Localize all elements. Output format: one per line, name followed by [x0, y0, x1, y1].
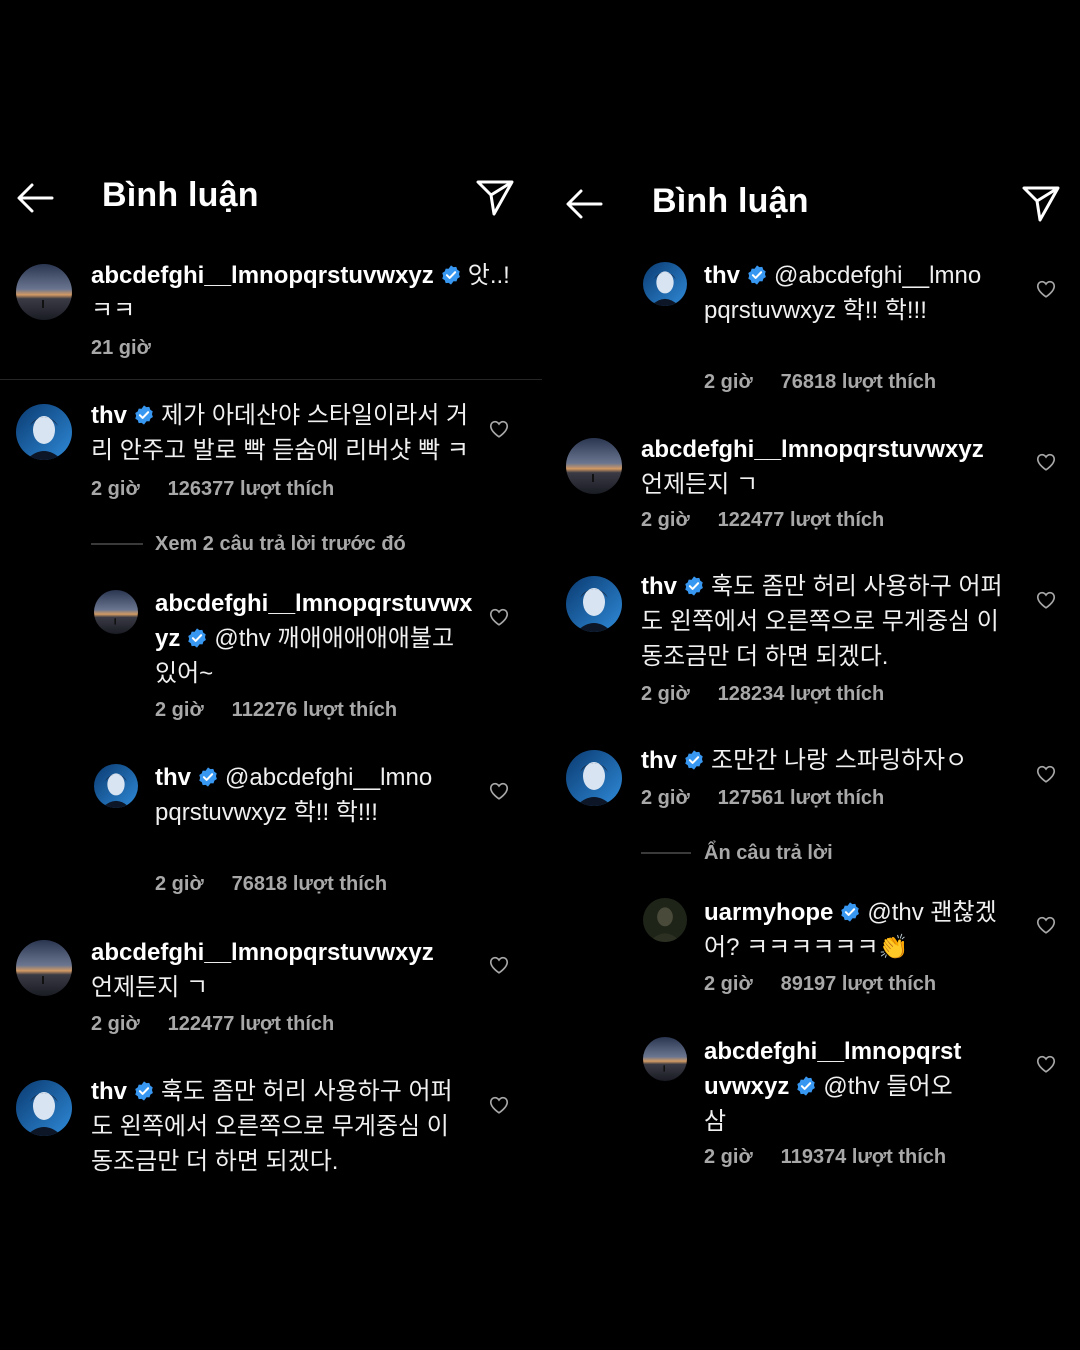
view-previous-replies[interactable]: Xem 2 câu trả lời trước đó [155, 533, 406, 556]
like-heart-icon[interactable] [1035, 763, 1057, 785]
like-count[interactable]: 119374 lượt thích [781, 1146, 946, 1168]
verified-badge-icon [683, 749, 705, 771]
like-count[interactable]: 112276 lượt thích [232, 699, 397, 721]
like-count[interactable]: 76818 lượt thích [232, 873, 387, 895]
verified-badge-icon [440, 264, 462, 286]
comment-text: 언제든지 ㄱ [91, 974, 209, 1001]
username[interactable]: thv [641, 573, 677, 600]
avatar[interactable] [94, 764, 138, 808]
comment-meta: 2 giờ 119374 lượt thích [704, 1146, 946, 1169]
comment-meta: 2 giờ 122477 lượt thích [91, 1013, 334, 1036]
avatar[interactable] [16, 264, 72, 320]
thread-line [641, 852, 691, 854]
page-title: Bình luận [102, 176, 259, 214]
username[interactable]: thv [91, 402, 127, 429]
avatar[interactable] [643, 898, 687, 942]
verified-badge-icon [186, 627, 208, 649]
username[interactable]: abcdefghi__lmnopqrstuvwxyz [641, 436, 984, 463]
comment-meta: 2 giờ 89197 lượt thích [704, 973, 936, 996]
like-count[interactable]: 128234 lượt thích [718, 683, 885, 705]
avatar[interactable] [16, 404, 72, 460]
username[interactable]: abcdefghi__lmnopqrstuvwxyz [91, 262, 434, 289]
verified-badge-icon [133, 404, 155, 426]
verified-badge-icon [795, 1075, 817, 1097]
username[interactable]: abcdefghi__lmnopqrstuvwxyz [91, 939, 434, 966]
page-title: Bình luận [652, 182, 809, 220]
like-heart-icon[interactable] [1035, 589, 1057, 611]
like-heart-icon[interactable] [1035, 1053, 1057, 1075]
thread-line [91, 543, 143, 545]
back-arrow-icon[interactable] [563, 182, 607, 226]
share-icon[interactable] [1020, 182, 1062, 224]
comment-meta: 2 giờ 128234 lượt thích [641, 683, 884, 706]
comment-meta: 2 giờ 76818 lượt thích [155, 873, 387, 896]
divider [0, 379, 542, 380]
verified-badge-icon [133, 1080, 155, 1102]
comment-meta: 2 giờ 122477 lượt thích [641, 509, 884, 532]
right-comments-screen: Bình luận thv @abcdefghi__lmnopqrstuvwxyz… [545, 0, 1080, 1350]
like-heart-icon[interactable] [488, 418, 510, 440]
like-count[interactable]: 89197 lượt thích [781, 973, 936, 995]
comment-time: 2 giờ [704, 973, 753, 995]
comment-meta: 2 giờ 76818 lượt thích [704, 371, 936, 394]
like-heart-icon[interactable] [488, 1094, 510, 1116]
comment-text: 언제든지 ㄱ [641, 471, 759, 498]
comment-time: 2 giờ [704, 1146, 753, 1168]
comment-meta: 21 giờ [91, 337, 151, 360]
avatar[interactable] [643, 262, 687, 306]
avatar[interactable] [643, 1037, 687, 1081]
comment-meta: 2 giờ 112276 lượt thích [155, 699, 397, 722]
comment-time: 21 giờ [91, 337, 151, 359]
verified-badge-icon [746, 264, 768, 286]
like-count[interactable]: 127561 lượt thích [718, 787, 885, 809]
username[interactable]: thv [641, 747, 677, 774]
left-comments-screen: Bình luận abcdefghi__lmnopqrstuvwxyz 앗..!… [0, 0, 542, 1350]
like-count[interactable]: 126377 lượt thích [168, 478, 335, 500]
username[interactable]: thv [704, 262, 740, 289]
username[interactable]: thv [155, 764, 191, 791]
comment-time: 2 giờ [641, 509, 690, 531]
verified-badge-icon [197, 766, 219, 788]
avatar[interactable] [16, 1080, 72, 1136]
like-heart-icon[interactable] [1035, 451, 1057, 473]
comment-time: 2 giờ [641, 683, 690, 705]
username[interactable]: uarmyhope [704, 899, 833, 926]
like-heart-icon[interactable] [488, 606, 510, 628]
comment-text: 조만간 나랑 스파링하자ㅇ [711, 747, 968, 774]
like-heart-icon[interactable] [488, 780, 510, 802]
like-count[interactable]: 122477 lượt thích [168, 1013, 335, 1035]
like-count[interactable]: 122477 lượt thích [718, 509, 885, 531]
share-icon[interactable] [474, 176, 516, 218]
comment-time: 2 giờ [91, 478, 140, 500]
hide-replies[interactable]: Ẩn câu trả lời [704, 842, 833, 865]
like-heart-icon[interactable] [1035, 914, 1057, 936]
like-count[interactable]: 76818 lượt thích [781, 371, 936, 393]
like-heart-icon[interactable] [488, 954, 510, 976]
avatar[interactable] [566, 438, 622, 494]
back-arrow-icon[interactable] [14, 176, 58, 220]
header: Bình luận [0, 168, 542, 228]
username[interactable]: thv [91, 1078, 127, 1105]
comment-meta: 2 giờ 126377 lượt thích [91, 478, 334, 501]
like-heart-icon[interactable] [1035, 278, 1057, 300]
avatar[interactable] [566, 750, 622, 806]
comment-meta: 2 giờ 127561 lượt thích [641, 787, 884, 810]
verified-badge-icon [683, 575, 705, 597]
avatar[interactable] [16, 940, 72, 996]
header: Bình luận [545, 174, 1080, 234]
verified-badge-icon [839, 901, 861, 923]
avatar[interactable] [566, 576, 622, 632]
comment-time: 2 giờ [704, 371, 753, 393]
avatar[interactable] [94, 590, 138, 634]
comment-time: 2 giờ [641, 787, 690, 809]
comment-time: 2 giờ [155, 873, 204, 895]
comment-time: 2 giờ [155, 699, 204, 721]
comment-time: 2 giờ [91, 1013, 140, 1035]
